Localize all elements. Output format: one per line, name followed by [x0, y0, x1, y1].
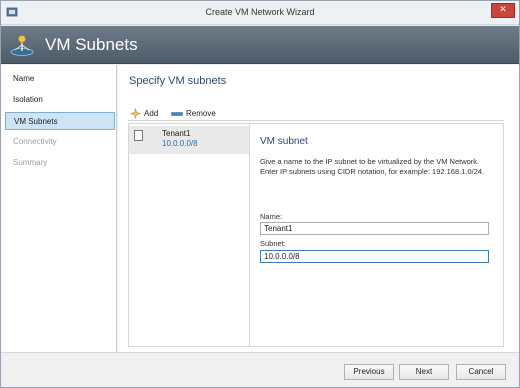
subnet-toolbar: Add Remove: [128, 107, 504, 121]
name-label: Name:: [260, 212, 283, 221]
wizard-content: Specify VM subnets Add Remove Tenant1 10…: [118, 65, 519, 352]
next-button[interactable]: Next: [399, 364, 449, 380]
subnet-label: Subnet:: [260, 239, 286, 248]
wizard-window: Create VM Network Wizard ✕ VM Subnets Na…: [0, 0, 520, 388]
remove-label: Remove: [186, 109, 216, 118]
subnet-field[interactable]: [260, 250, 489, 263]
add-icon: [130, 108, 141, 120]
subnet-item-name: Tenant1: [162, 129, 191, 138]
title-bar: Create VM Network Wizard ✕: [1, 1, 519, 25]
wizard-footer: Previous Next Cancel: [1, 352, 519, 387]
remove-icon: [171, 112, 183, 116]
wizard-header: VM Subnets: [1, 26, 519, 64]
step-isolation[interactable]: Isolation: [5, 91, 115, 109]
step-summary: Summary: [13, 158, 48, 167]
details-title: VM subnet: [260, 136, 308, 147]
section-title: Specify VM subnets: [129, 75, 227, 87]
subnet-item-cidr: 10.0.0.0/8: [162, 139, 198, 148]
wizard-steps-sidebar: Name Isolation VM Subnets Connectivity S…: [1, 65, 117, 352]
subnet-list: Tenant1 10.0.0.0/8: [128, 123, 250, 347]
step-vm-subnets[interactable]: VM Subnets: [5, 112, 115, 130]
network-icon: [10, 35, 34, 56]
step-name[interactable]: Name: [5, 70, 115, 88]
close-button[interactable]: ✕: [491, 3, 515, 18]
cancel-button[interactable]: Cancel: [456, 364, 506, 380]
document-icon: [134, 130, 143, 141]
window-title: Create VM Network Wizard: [205, 7, 315, 17]
previous-button[interactable]: Previous: [344, 364, 394, 380]
list-item[interactable]: Tenant1 10.0.0.0/8: [129, 126, 249, 154]
remove-subnet-button[interactable]: Remove: [171, 108, 216, 120]
subnet-details: VM subnet Give a name to the IP subnet t…: [250, 123, 504, 347]
add-subnet-button[interactable]: Add: [130, 108, 158, 120]
add-label: Add: [144, 109, 159, 118]
details-description: Give a name to the IP subnet to be virtu…: [260, 157, 485, 176]
page-title: VM Subnets: [45, 35, 138, 54]
step-connectivity: Connectivity: [13, 137, 57, 146]
name-field[interactable]: [260, 222, 489, 235]
